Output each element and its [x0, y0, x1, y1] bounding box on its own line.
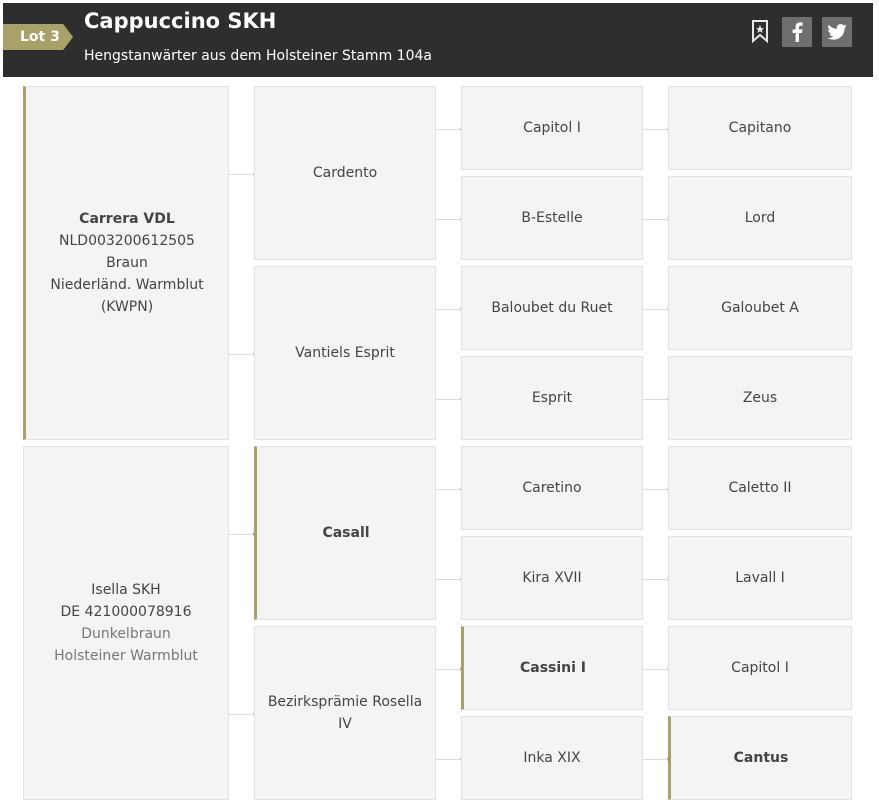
- horse-name: Cassini I: [519, 660, 587, 676]
- pedigree-gen2-casall[interactable]: Casall: [254, 446, 436, 620]
- facebook-share-button[interactable]: [782, 17, 812, 47]
- horse-name: Zeus: [742, 390, 778, 406]
- horse-name: Esprit: [531, 390, 573, 406]
- horse-name: Baloubet du Ruet: [491, 300, 613, 316]
- pedigree-gen2-bezirkspraemie-rosella-iv[interactable]: Bezirksprämie Rosella IV: [254, 626, 436, 800]
- horse-name: Lord: [744, 210, 776, 226]
- bookmark-icon: [752, 20, 768, 43]
- horse-name: Cardento: [312, 165, 378, 181]
- connector-line: [229, 174, 256, 175]
- twitter-icon: [827, 24, 847, 40]
- pedigree-gen3-baloubet-du-ruet[interactable]: Baloubet du Ruet: [461, 266, 643, 350]
- pedigree-sire[interactable]: Carrera VDL NLD003200612505 Braun Nieder…: [23, 86, 229, 440]
- horse-name: Casall: [322, 525, 370, 541]
- pedigree-gen3-esprit[interactable]: Esprit: [461, 356, 643, 440]
- dam-registration: DE 421000078916: [60, 604, 192, 620]
- horse-name: Bezirksprämie Rosella IV: [267, 694, 423, 732]
- page-title: Cappuccino SKH: [84, 9, 277, 33]
- horse-name: Capitol I: [523, 120, 581, 136]
- lot-badge: Lot 3: [3, 24, 73, 50]
- facebook-icon: [792, 22, 803, 42]
- pedigree-dam[interactable]: Isella SKH DE 421000078916 Dunkelbraun H…: [23, 446, 229, 800]
- horse-name: Kira XVII: [522, 570, 582, 586]
- page-subtitle: Hengstanwärter aus dem Holsteiner Stamm …: [84, 48, 432, 64]
- horse-name: Inka XIX: [523, 750, 581, 766]
- pedigree-gen4-zeus[interactable]: Zeus: [668, 356, 852, 440]
- horse-name: B-Estelle: [521, 210, 583, 226]
- pedigree-gen3-kira-xvii[interactable]: Kira XVII: [461, 536, 643, 620]
- horse-name: Vantiels Esprit: [295, 345, 395, 361]
- pedigree-gen3-cassini-i[interactable]: Cassini I: [461, 626, 643, 710]
- pedigree-gen2-cardento[interactable]: Cardento: [254, 86, 436, 260]
- pedigree-gen4-lavall-i[interactable]: Lavall I: [668, 536, 852, 620]
- pedigree-gen4-cantus[interactable]: Cantus: [668, 716, 852, 800]
- pedigree-gen4-galoubet-a[interactable]: Galoubet A: [668, 266, 852, 350]
- dam-color: Dunkelbraun: [81, 626, 171, 642]
- dam-name: Isella SKH: [91, 582, 161, 598]
- sire-registration: NLD003200612505: [59, 233, 195, 249]
- horse-name: Galoubet A: [721, 300, 799, 316]
- pedigree-gen4-capitano[interactable]: Capitano: [668, 86, 852, 170]
- pedigree-gen4-capitol-i[interactable]: Capitol I: [668, 626, 852, 710]
- connector-line: [229, 534, 256, 535]
- twitter-share-button[interactable]: [822, 17, 852, 47]
- pedigree-gen2-vantiels-esprit[interactable]: Vantiels Esprit: [254, 266, 436, 440]
- horse-name: Cantus: [733, 750, 789, 766]
- bookmark-button[interactable]: [747, 17, 773, 45]
- pedigree-gen3-caretino[interactable]: Caretino: [461, 446, 643, 530]
- pedigree-gen4-lord[interactable]: Lord: [668, 176, 852, 260]
- horse-name: Lavall I: [735, 570, 785, 586]
- connector-line: [229, 354, 256, 355]
- horse-name: Capitol I: [731, 660, 789, 676]
- connector-line: [229, 714, 256, 715]
- pedigree-gen3-inka-xix[interactable]: Inka XIX: [461, 716, 643, 800]
- sire-color: Braun: [106, 255, 148, 271]
- pedigree-gen3-capitol-i[interactable]: Capitol I: [461, 86, 643, 170]
- horse-name: Caletto II: [728, 480, 792, 496]
- sire-breed: Niederländ. Warmblut (KWPN): [50, 277, 204, 315]
- sire-name: Carrera VDL: [79, 211, 175, 227]
- pedigree-gen4-caletto-ii[interactable]: Caletto II: [668, 446, 852, 530]
- dam-breed: Holsteiner Warmblut: [54, 648, 198, 664]
- horse-name: Capitano: [728, 120, 792, 136]
- horse-name: Caretino: [522, 480, 582, 496]
- pedigree-gen3-b-estelle[interactable]: B-Estelle: [461, 176, 643, 260]
